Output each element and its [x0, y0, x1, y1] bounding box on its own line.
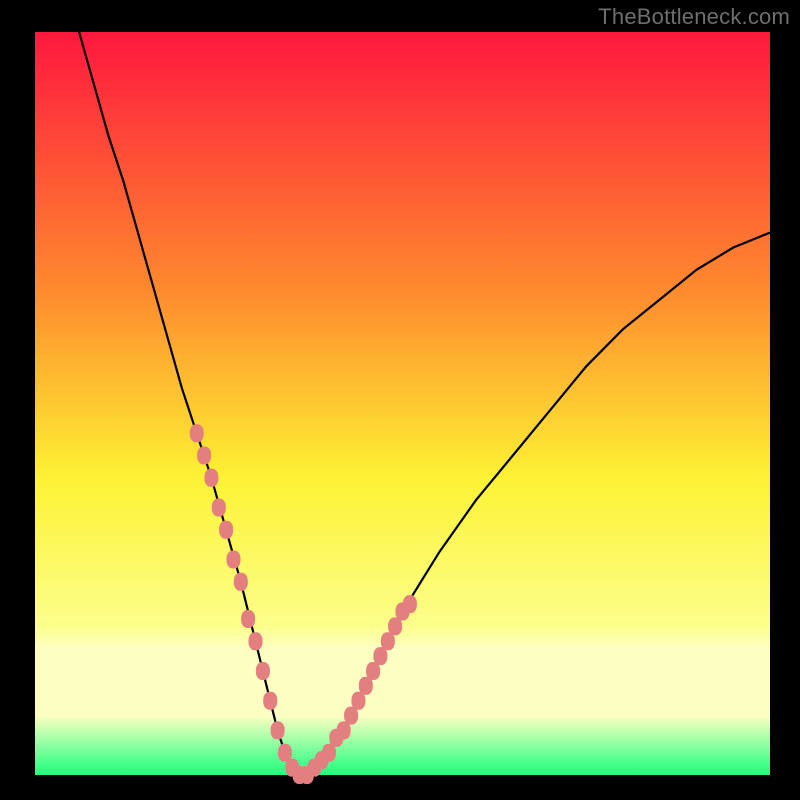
curve-marker: [204, 469, 218, 487]
plot-background: [35, 32, 770, 775]
curve-marker: [403, 595, 417, 613]
curve-marker: [263, 692, 277, 710]
watermark-text: TheBottleneck.com: [598, 4, 790, 30]
curve-marker: [227, 551, 241, 569]
curve-marker: [190, 424, 204, 442]
curve-marker: [249, 632, 263, 650]
curve-marker: [197, 447, 211, 465]
curve-marker: [234, 573, 248, 591]
curve-marker: [212, 499, 226, 517]
curve-marker: [219, 521, 233, 539]
bottleneck-chart: [0, 0, 800, 800]
chart-frame: TheBottleneck.com: [0, 0, 800, 800]
curve-marker: [241, 610, 255, 628]
curve-marker: [271, 721, 285, 739]
curve-marker: [256, 662, 270, 680]
